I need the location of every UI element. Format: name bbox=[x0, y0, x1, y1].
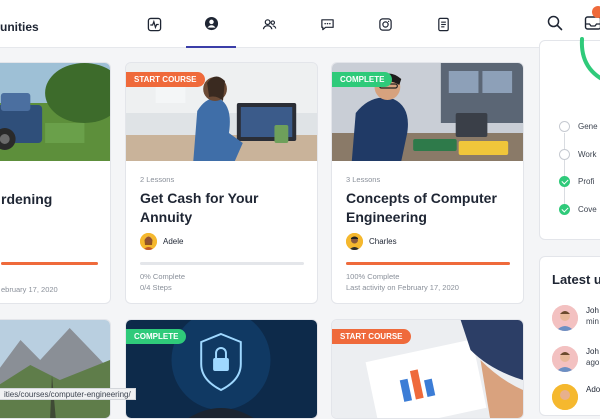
checklist-item[interactable]: Profi bbox=[559, 176, 594, 187]
checklist-label: Work bbox=[578, 150, 597, 159]
author-name: Adele bbox=[163, 237, 183, 246]
profile-icon bbox=[204, 16, 219, 31]
course-progress-bar bbox=[1, 262, 98, 265]
course-status-tag: START COURSE bbox=[126, 72, 205, 87]
update-item[interactable]: Ado bbox=[552, 384, 600, 410]
course-last-activity: Last activity on February 17, 2020 bbox=[346, 282, 459, 293]
course-card[interactable]: COMPLETE bbox=[125, 319, 318, 419]
search-icon[interactable] bbox=[546, 14, 564, 32]
update-time: ago bbox=[586, 357, 599, 368]
course-card[interactable]: START COURSE 2 Lessons Get Cash for Your… bbox=[125, 62, 318, 304]
link-preview-statusbar: ities/courses/computer-engineering/ bbox=[0, 388, 136, 400]
user-avatar bbox=[552, 384, 578, 410]
activity-icon bbox=[147, 17, 162, 32]
document-icon bbox=[436, 17, 451, 32]
nav-photos[interactable] bbox=[360, 0, 410, 48]
course-progress-bar bbox=[140, 262, 304, 265]
checklist-item[interactable]: Gene bbox=[559, 121, 598, 132]
update-user: Ado bbox=[586, 384, 600, 395]
course-lesson-count: 3 Lessons bbox=[346, 175, 380, 184]
course-title[interactable]: Get Cash for Your Annuity bbox=[140, 189, 310, 227]
nav-documents[interactable] bbox=[418, 0, 468, 48]
nav-people[interactable] bbox=[244, 0, 294, 48]
checklist-connector bbox=[564, 133, 565, 211]
update-item[interactable]: Johmin bbox=[552, 305, 599, 331]
course-author[interactable]: Adele bbox=[140, 233, 183, 250]
update-user: Joh bbox=[586, 346, 599, 357]
course-title[interactable]: rdening bbox=[1, 190, 52, 209]
course-progress-bar bbox=[346, 262, 510, 265]
course-card[interactable]: rdening ebruary 17, 2020 bbox=[0, 62, 111, 304]
nav-activity[interactable] bbox=[129, 0, 179, 48]
brand-name[interactable]: unities bbox=[0, 20, 39, 34]
course-title[interactable]: Concepts of Computer Engineering bbox=[346, 189, 521, 227]
pending-circle-icon bbox=[559, 121, 570, 132]
top-navigation-bar: unities bbox=[0, 0, 600, 48]
pending-circle-icon bbox=[559, 149, 570, 160]
author-avatar bbox=[346, 233, 363, 250]
author-name: Charles bbox=[369, 237, 397, 246]
people-icon bbox=[262, 17, 277, 32]
checklist-label: Gene bbox=[578, 122, 598, 131]
progress-ring bbox=[570, 31, 600, 91]
course-card[interactable] bbox=[0, 319, 111, 419]
course-thumbnail: COMPLETE bbox=[332, 63, 523, 161]
checklist-item[interactable]: Work bbox=[559, 149, 597, 160]
course-card[interactable]: START COURSE bbox=[331, 319, 524, 419]
course-thumbnail bbox=[0, 320, 110, 419]
course-thumbnail bbox=[0, 63, 110, 161]
chat-icon bbox=[320, 17, 335, 32]
user-avatar bbox=[552, 346, 578, 372]
latest-updates-title: Latest u bbox=[552, 272, 600, 287]
course-complete-percent: 100% Complete bbox=[346, 271, 399, 282]
checkmark-icon bbox=[559, 204, 570, 215]
course-thumbnail: START COURSE bbox=[126, 63, 317, 161]
camera-icon bbox=[378, 17, 393, 32]
course-lesson-count: 2 Lessons bbox=[140, 175, 174, 184]
course-thumbnail: COMPLETE bbox=[126, 320, 317, 419]
update-time: min bbox=[586, 316, 599, 327]
course-status-tag: COMPLETE bbox=[126, 329, 186, 344]
course-card[interactable]: COMPLETE 3 Lessons Concepts of Computer … bbox=[331, 62, 524, 304]
checklist-item[interactable]: Cove bbox=[559, 204, 597, 215]
course-status-tag: COMPLETE bbox=[332, 72, 392, 87]
nav-messages[interactable] bbox=[302, 0, 352, 48]
update-item[interactable]: Johago bbox=[552, 346, 599, 372]
nav-profile[interactable] bbox=[186, 0, 236, 48]
update-user: Joh bbox=[586, 305, 599, 316]
course-complete-percent: 0% Complete bbox=[140, 271, 185, 282]
author-avatar bbox=[140, 233, 157, 250]
course-thumbnail: START COURSE bbox=[332, 320, 523, 419]
checklist-label: Cove bbox=[578, 205, 597, 214]
user-avatar bbox=[552, 305, 578, 331]
checkmark-icon bbox=[559, 176, 570, 187]
checklist-label: Profi bbox=[578, 177, 594, 186]
notification-badge bbox=[592, 6, 600, 18]
course-author[interactable]: Charles bbox=[346, 233, 397, 250]
course-steps: 0/4 Steps bbox=[140, 282, 172, 293]
course-last-activity: ebruary 17, 2020 bbox=[1, 284, 58, 295]
course-status-tag: START COURSE bbox=[332, 329, 411, 344]
